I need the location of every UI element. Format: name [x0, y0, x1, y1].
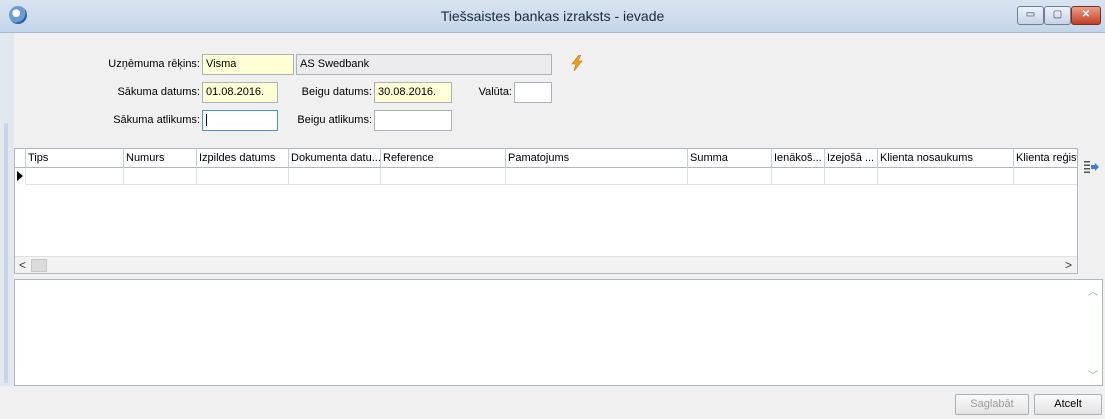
table-cell[interactable] — [381, 168, 506, 185]
row-indicator-cell — [15, 168, 26, 185]
close-button[interactable]: ✕ — [1071, 6, 1101, 25]
start-balance-label: Sākuma atlikums: — [113, 114, 200, 126]
title-bar: Tiešsaistes bankas izraksts - ievade ▭ ▢… — [0, 0, 1105, 33]
start-balance-field[interactable] — [202, 110, 278, 131]
end-date-label: Beigu datums: — [301, 86, 372, 98]
account-label: Uzņēmuma rēķins: — [108, 58, 200, 70]
scroll-thumb[interactable] — [31, 259, 47, 272]
scroll-up-icon[interactable]: ︿ — [1088, 283, 1098, 298]
window-title: Tiešsaistes bankas izraksts - ievade — [440, 8, 665, 24]
end-date-field[interactable]: 30.08.2016. — [374, 82, 452, 103]
column-header[interactable]: Izejošā ... — [825, 149, 878, 168]
left-edge — [0, 33, 14, 386]
current-row-icon — [17, 171, 23, 181]
grid-header: Tips Numurs Izpildes datums Dokumenta da… — [15, 149, 1077, 168]
column-header[interactable]: Numurs — [124, 149, 197, 168]
start-date-field[interactable]: 01.08.2016. — [202, 82, 278, 103]
grid-header-corner — [15, 149, 26, 168]
currency-label: Valūta: — [478, 86, 512, 98]
left-edge-accent — [4, 123, 8, 383]
save-button[interactable]: Saglabāt — [955, 394, 1029, 415]
end-balance-field[interactable] — [374, 110, 452, 131]
table-cell[interactable] — [772, 168, 825, 185]
table-cell[interactable] — [197, 168, 289, 185]
notes-area[interactable]: ︿ ﹀ — [14, 279, 1103, 386]
table-cell[interactable] — [878, 168, 1014, 185]
column-header[interactable]: Dokumenta datu... — [289, 149, 381, 168]
vertical-scrollbar[interactable]: ︿ ﹀ — [1085, 280, 1102, 385]
scroll-down-icon[interactable]: ﹀ — [1088, 367, 1098, 382]
lightning-bolt-icon[interactable] — [570, 55, 584, 71]
column-header[interactable]: Reference — [381, 149, 506, 168]
horizontal-scrollbar[interactable]: < > — [15, 256, 1077, 273]
table-cell[interactable] — [124, 168, 197, 185]
account-field[interactable]: Visma — [202, 54, 294, 75]
minimize-button[interactable]: ▭ — [1017, 6, 1044, 25]
table-cell[interactable] — [26, 168, 124, 185]
scroll-left-icon[interactable]: < — [19, 258, 26, 272]
table-cell[interactable] — [506, 168, 688, 185]
cancel-button[interactable]: Atcelt — [1034, 394, 1102, 415]
column-header[interactable]: Summa — [688, 149, 772, 168]
column-header[interactable]: Klienta reģist — [1014, 149, 1077, 168]
table-cell[interactable] — [1014, 168, 1077, 185]
scroll-right-icon[interactable]: > — [1065, 258, 1072, 272]
table-cell[interactable] — [688, 168, 772, 185]
maximize-button[interactable]: ▢ — [1044, 6, 1071, 25]
table-row[interactable] — [15, 168, 1077, 185]
column-header[interactable]: Klienta nosaukums — [878, 149, 1014, 168]
text-caret — [206, 114, 207, 127]
transactions-grid[interactable]: Tips Numurs Izpildes datums Dokumenta da… — [14, 148, 1078, 274]
column-header[interactable]: Ienākoš... — [772, 149, 825, 168]
column-chooser-icon[interactable] — [1083, 159, 1099, 175]
column-header[interactable]: Pamatojums — [506, 149, 688, 168]
column-header[interactable]: Izpildes datums — [197, 149, 289, 168]
currency-field[interactable] — [514, 82, 552, 103]
bank-name-field: AS Swedbank — [296, 54, 552, 75]
column-header[interactable]: Tips — [26, 149, 124, 168]
end-balance-label: Beigu atlikums: — [297, 114, 372, 126]
table-cell[interactable] — [289, 168, 381, 185]
start-date-label: Sākuma datums: — [117, 86, 200, 98]
table-cell[interactable] — [825, 168, 878, 185]
